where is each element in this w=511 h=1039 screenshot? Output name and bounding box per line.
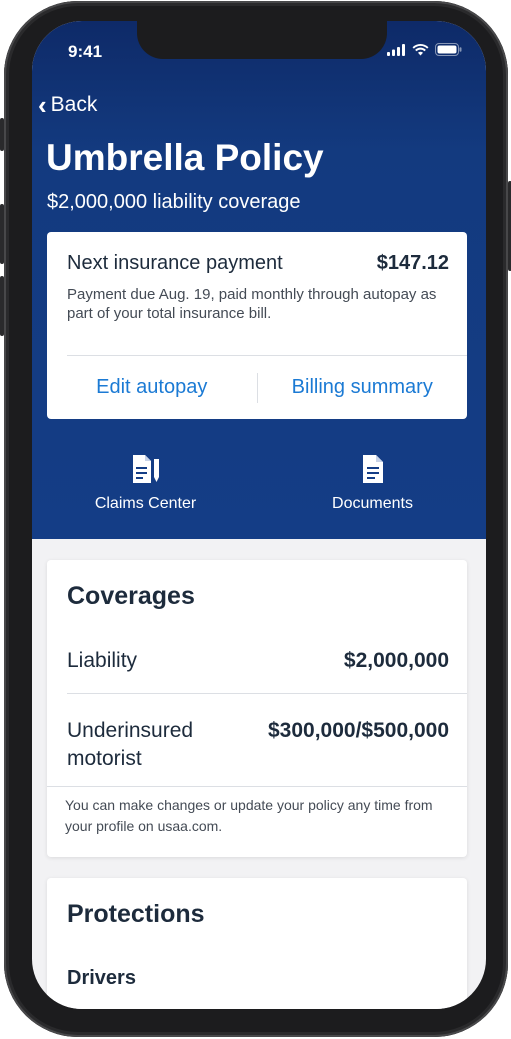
back-label: Back <box>50 93 98 116</box>
documents-label: Documents <box>332 495 413 512</box>
coverages-card: Coverages Liability $2,000,000 Underinsu… <box>47 560 467 857</box>
payment-row: Next insurance payment $147.12 <box>67 252 449 275</box>
claims-center-label: Claims Center <box>94 495 197 512</box>
protections-title: Protections <box>67 900 205 928</box>
payment-note: Payment due Aug. 19, paid monthly throug… <box>67 286 437 322</box>
coverage-name: Liability <box>67 649 138 672</box>
coverages-title: Coverages <box>67 582 195 610</box>
coverages-note: You can make changes or update your poli… <box>65 797 433 834</box>
claims-document-pen-icon <box>132 455 159 483</box>
edit-autopay-link[interactable]: Edit autopay <box>47 376 257 399</box>
divider <box>47 786 467 787</box>
payment-amount: $147.12 <box>376 252 449 274</box>
volume-up-button <box>0 204 4 264</box>
coverage-name: Underinsured motorist <box>67 719 194 770</box>
payment-card: Next insurance payment $147.12 Payment d… <box>47 232 467 419</box>
screen: 9:41 ‹ Back Umbrella Policy $2,000,000 l… <box>32 21 486 1009</box>
back-button[interactable]: ‹ Back <box>38 90 98 120</box>
status-time: 9:41 <box>68 42 103 61</box>
volume-down-button <box>0 276 4 336</box>
coverage-row-underinsured: Underinsured motorist $300,000/$500,000 <box>67 717 449 773</box>
divider <box>67 693 467 694</box>
payment-label: Next insurance payment <box>67 252 283 274</box>
status-icons <box>387 43 462 56</box>
page-title: Umbrella Policy <box>46 137 324 178</box>
quick-actions: Claims Center Documents <box>32 455 486 513</box>
claims-center-button[interactable]: Claims Center <box>32 455 259 513</box>
billing-summary-link[interactable]: Billing summary <box>258 376 468 399</box>
protections-card: Protections Drivers <box>47 878 467 1009</box>
document-icon <box>362 455 383 483</box>
page-subtitle: $2,000,000 liability coverage <box>47 191 301 213</box>
coverage-value: $2,000,000 <box>343 649 449 672</box>
policy-header: 9:41 ‹ Back Umbrella Policy $2,000,000 l… <box>32 21 486 539</box>
payment-links: Edit autopay Billing summary <box>47 356 467 419</box>
chevron-left-icon: ‹ <box>38 90 47 120</box>
wifi-icon <box>412 43 429 55</box>
documents-button[interactable]: Documents <box>259 455 486 513</box>
battery-icon <box>435 43 462 56</box>
coverage-row-liability: Liability $2,000,000 <box>67 649 449 673</box>
phone-frame: 9:41 ‹ Back Umbrella Policy $2,000,000 l… <box>0 1 511 1037</box>
notch <box>137 21 387 59</box>
silent-switch <box>0 118 4 151</box>
coverage-value: $300,000/$500,000 <box>267 719 449 742</box>
signal-icon <box>387 43 405 56</box>
protections-item-drivers[interactable]: Drivers <box>67 967 136 990</box>
